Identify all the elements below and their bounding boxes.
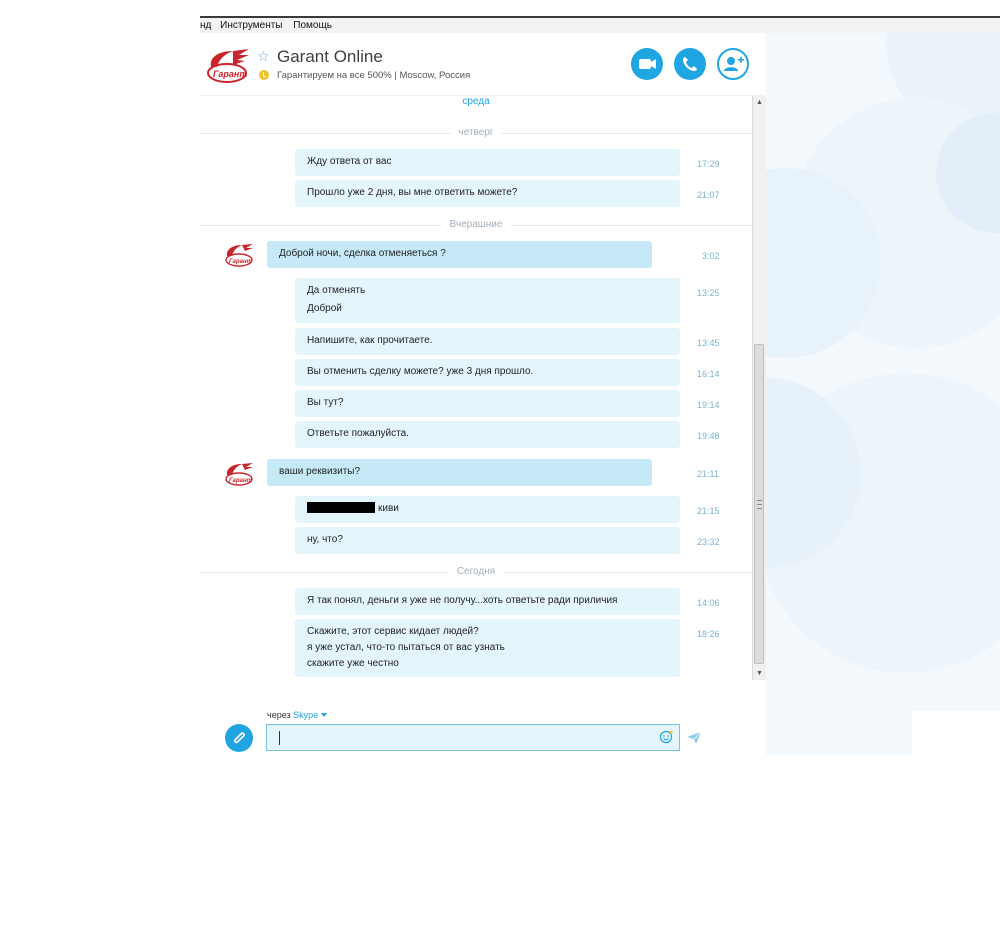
message-time: 14:06: [697, 598, 720, 608]
message-time: 23:32: [697, 537, 720, 547]
contact-avatar[interactable]: Гарант: [224, 461, 256, 487]
day-separator-label: Вчерашние: [441, 219, 511, 230]
message-time: 18:26: [697, 629, 720, 639]
day-separator: Сегодня: [200, 566, 752, 578]
message-line: Да отменять: [307, 285, 366, 296]
away-status-icon: [259, 70, 269, 80]
video-call-button[interactable]: [631, 48, 663, 80]
incoming-message-bubble[interactable]: Доброй ночи, сделка отменяеться ?: [267, 241, 652, 268]
message-bubble[interactable]: ну, что?: [295, 527, 680, 554]
message-bubble[interactable]: Вы отменить сделку можете? уже 3 дня про…: [295, 359, 680, 386]
contact-avatar[interactable]: Гарант: [224, 242, 256, 268]
message-time: 21:07: [697, 190, 720, 200]
day-separator: четверг: [200, 127, 752, 139]
chevron-down-icon[interactable]: [321, 713, 328, 717]
chat-scrollbar[interactable]: ▲ ▼: [752, 96, 766, 680]
message-line: Доброй: [307, 303, 342, 314]
phone-icon: [683, 57, 697, 71]
message-bubble[interactable]: киви: [295, 496, 680, 523]
menu-bar: нд Инструменты Помощь: [200, 16, 1000, 34]
contact-name: Garant Online: [277, 47, 383, 66]
via-service[interactable]: Skype: [293, 710, 318, 720]
message-time: 21:15: [697, 506, 720, 516]
add-person-icon: [724, 56, 744, 71]
message-time: 3:02: [702, 251, 720, 261]
day-separator-label: Сегодня: [448, 566, 504, 577]
message-time: 13:25: [697, 288, 720, 298]
message-bubble[interactable]: Ответьте пожалуйста.: [295, 421, 680, 448]
send-icon[interactable]: [686, 731, 702, 745]
menu-item-tools[interactable]: Инструменты: [220, 18, 282, 33]
message-bubble[interactable]: Прошло уже 2 дня, вы мне ответить можете…: [295, 180, 680, 207]
paperclip-icon: [234, 732, 245, 744]
mood-message: Гарантируем на все 500% | Moscow, Россия: [277, 70, 471, 81]
grip-icon: [757, 500, 762, 509]
garant-logo: Гарант: [207, 49, 249, 83]
message-time: 16:14: [697, 369, 720, 379]
redacted-block: [307, 502, 375, 513]
audio-call-button[interactable]: [674, 48, 706, 80]
message-time: 19:48: [697, 431, 720, 441]
menu-item-help[interactable]: Помощь: [293, 18, 332, 33]
message-line: Скажите, этот сервис кидает людей?: [307, 626, 479, 637]
message-bubble[interactable]: Вы тут?: [295, 390, 680, 417]
message-bubble[interactable]: Напишите, как прочитаете.: [295, 328, 680, 355]
emoticon-icon[interactable]: [659, 730, 673, 744]
logo-text: Гарант: [213, 69, 247, 79]
avatar-logo-text: Гарант: [229, 259, 253, 265]
scroll-down-arrow-icon[interactable]: ▼: [753, 667, 766, 680]
message-time: 21:11: [697, 469, 719, 479]
message-time: 17:29: [697, 159, 720, 169]
message-bubble[interactable]: Жду ответа от вас: [295, 149, 680, 176]
day-separator-label: четверг: [450, 127, 502, 138]
day-separator: Вчерашние: [200, 219, 752, 231]
message-input[interactable]: [266, 724, 680, 751]
day-label-wednesday: среда: [462, 96, 490, 107]
message-bubble[interactable]: Скажите, этот сервис кидает людей? я уже…: [295, 619, 680, 677]
video-camera-icon: [639, 59, 656, 69]
message-bubble[interactable]: Я так понял, деньги я уже не получу...хо…: [295, 588, 680, 615]
message-text: киви: [378, 503, 399, 514]
via-label: через: [267, 710, 291, 720]
menu-item-partial[interactable]: нд: [200, 18, 211, 33]
scroll-up-arrow-icon[interactable]: ▲: [753, 96, 766, 109]
send-via-selector[interactable]: через Skype: [267, 710, 328, 720]
scroll-thumb[interactable]: [754, 344, 764, 664]
message-time: 13:45: [697, 338, 720, 348]
message-line: я уже устал, что-то пытаться от вас узна…: [307, 642, 505, 653]
attach-button[interactable]: [225, 724, 253, 752]
avatar-logo-text: Гарант: [229, 478, 253, 484]
incoming-message-bubble[interactable]: ваши реквизиты?: [267, 459, 652, 486]
conversation-header: Гарант ☆ Garant Online Гарантируем на вс…: [200, 33, 765, 96]
add-people-button[interactable]: [717, 48, 749, 80]
bubble-pattern: [766, 33, 1000, 673]
favorite-star-icon[interactable]: ☆: [257, 48, 270, 65]
message-bubble[interactable]: Да отменять Доброй: [295, 278, 680, 323]
message-list[interactable]: среда четверг Жду ответа от вас 17:29 Пр…: [200, 96, 752, 680]
text-cursor: [279, 731, 280, 745]
background-panel: [766, 33, 1000, 755]
blank-area: [912, 711, 1000, 755]
message-line: скажите уже честно: [307, 658, 399, 669]
message-time: 19:14: [697, 400, 720, 410]
